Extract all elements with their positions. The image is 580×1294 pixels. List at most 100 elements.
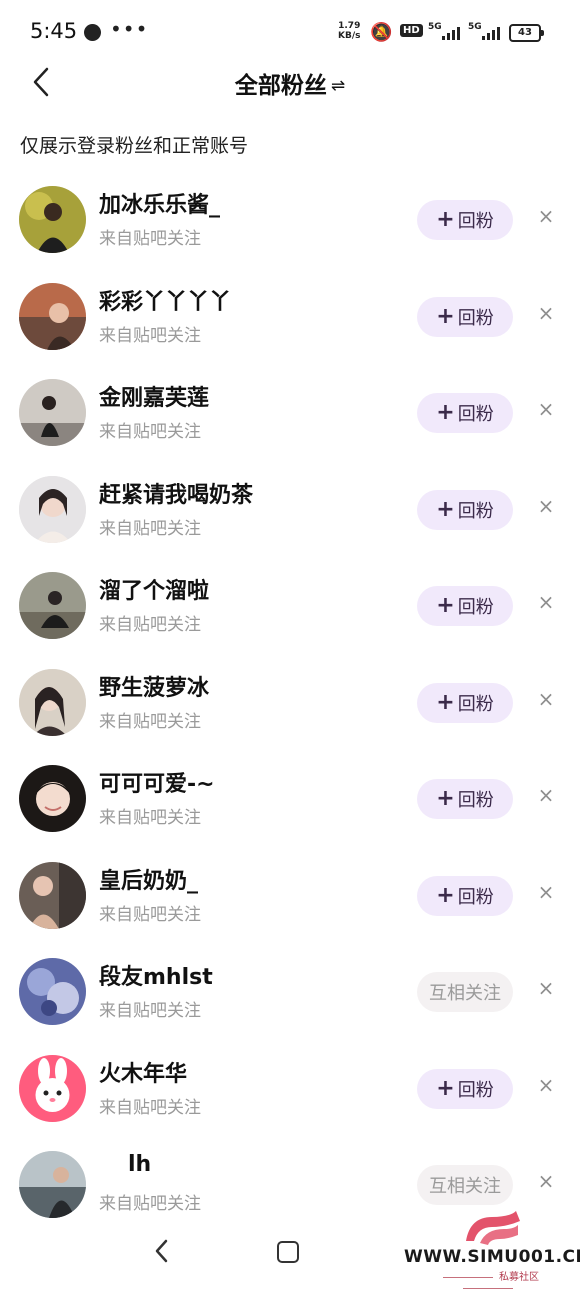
avatar[interactable]	[19, 282, 86, 350]
network-type-2: 5G	[468, 22, 482, 32]
follower-row[interactable]: 火木年华 来自贴吧关注 + 回粉 ×	[0, 1041, 580, 1138]
network-speed-value: 1.79	[338, 21, 361, 31]
follow-source: 来自贴吧关注	[99, 711, 201, 732]
follower-name: lh	[128, 1152, 152, 1177]
follow-back-button[interactable]: + 回粉	[417, 875, 513, 916]
network-type-1: 5G	[428, 22, 442, 32]
signal-icon	[482, 26, 500, 40]
plus-icon: +	[436, 593, 455, 618]
volte-hd-badge: HD	[400, 24, 423, 37]
follow-source: 来自贴吧关注	[99, 1001, 201, 1021]
follow-back-button[interactable]: + 回粉	[417, 586, 513, 626]
follower-name: 可可可爱-~	[99, 772, 215, 797]
close-icon[interactable]: ×	[535, 784, 557, 806]
follower-row[interactable]: 彩彩丫丫丫丫 来自贴吧关注 + 回粉 ×	[0, 269, 580, 366]
close-icon[interactable]: ×	[535, 1170, 557, 1192]
follower-row[interactable]: 溜了个溜啦 来自贴吧关注 + 回粉 ×	[0, 558, 580, 655]
follower-row[interactable]: 段友mhlst 来自贴吧关注 互相关注 ×	[0, 944, 580, 1041]
follower-name: 彩彩丫丫丫丫	[99, 289, 232, 315]
status-time: 5:45	[30, 19, 78, 43]
follower-name: 段友mhlst	[99, 965, 213, 990]
watermark-url: WWW.SIMU001.CN	[404, 1247, 580, 1267]
follow-back-button[interactable]: + 回粉	[417, 682, 513, 723]
avatar[interactable]	[19, 958, 86, 1025]
follow-back-label: 回粉	[457, 1079, 494, 1101]
follow-back-label: 回粉	[457, 886, 494, 908]
watermark-logo-icon	[466, 1211, 520, 1245]
follow-back-label: 回粉	[457, 307, 494, 329]
plus-icon: +	[436, 496, 455, 522]
follower-name: 皇后奶奶_	[99, 868, 199, 894]
watermark: WWW.SIMU001.CN 私募社区	[400, 1205, 580, 1285]
follow-source: 来自贴吧关注	[99, 1194, 201, 1214]
status-bar: 5:45 ••• 1.79 KB/s 🔕 HD 5G 5G 43	[0, 0, 580, 62]
avatar[interactable]	[19, 861, 86, 929]
close-icon[interactable]: ×	[535, 495, 557, 517]
avatar[interactable]	[19, 765, 86, 832]
follower-row[interactable]: 加冰乐乐酱_ 来自贴吧关注 + 回粉 ×	[0, 172, 580, 269]
follower-name: 金刚嘉芙莲	[99, 386, 210, 411]
follow-back-button[interactable]: + 回粉	[417, 1068, 513, 1109]
follower-list: 加冰乐乐酱_ 来自贴吧关注 + 回粉 × 彩彩丫丫丫丫 来自贴吧关注 + 回粉 × …	[0, 172, 580, 1234]
follow-source: 来自贴吧关注	[99, 1097, 201, 1118]
avatar[interactable]	[19, 1054, 86, 1122]
close-icon[interactable]: ×	[535, 881, 557, 903]
nav-back-icon[interactable]	[150, 1236, 174, 1266]
mutual-follow-button[interactable]: 互相关注	[417, 972, 513, 1012]
network-speed-unit: KB/s	[338, 31, 361, 41]
signal-icon	[442, 26, 460, 40]
follow-back-label: 回粉	[457, 693, 494, 715]
follower-row[interactable]: 皇后奶奶_ 来自贴吧关注 + 回粉 ×	[0, 848, 580, 945]
follow-back-button[interactable]: + 回粉	[417, 200, 513, 240]
close-icon[interactable]: ×	[535, 591, 557, 613]
follower-row[interactable]: 野生菠萝冰 来自贴吧关注 + 回粉 ×	[0, 655, 580, 752]
follow-source: 来自贴吧关注	[99, 325, 201, 346]
follower-name: 野生菠萝冰	[99, 675, 210, 701]
close-icon[interactable]: ×	[535, 302, 557, 324]
close-icon[interactable]: ×	[535, 205, 557, 227]
avatar[interactable]	[19, 572, 86, 639]
avatar[interactable]	[19, 475, 86, 543]
follower-name: 火木年华	[99, 1061, 188, 1087]
follow-source: 来自贴吧关注	[99, 422, 201, 442]
follow-back-label: 回粉	[457, 211, 494, 232]
follower-row[interactable]: 赶紧请我喝奶茶 来自贴吧关注 + 回粉 ×	[0, 462, 580, 559]
close-icon[interactable]: ×	[535, 688, 557, 710]
follower-name: 溜了个溜啦	[99, 579, 210, 604]
plus-icon: +	[436, 882, 455, 908]
follow-back-button[interactable]: + 回粉	[417, 296, 513, 337]
battery-icon: 43	[509, 24, 544, 42]
avatar[interactable]	[19, 668, 86, 736]
follow-back-label: 回粉	[457, 404, 494, 425]
follow-source: 来自贴吧关注	[99, 518, 201, 539]
display-notice: 仅展示登录粉丝和正常账号	[20, 135, 249, 157]
close-icon[interactable]: ×	[535, 398, 557, 420]
avatar[interactable]	[19, 186, 86, 253]
avatar[interactable]	[19, 1151, 86, 1218]
follow-source: 来自贴吧关注	[99, 904, 201, 925]
follow-back-button[interactable]: + 回粉	[417, 489, 513, 530]
network-speed: 1.79 KB/s	[338, 21, 360, 41]
follower-row[interactable]: 可可可爱-~ 来自贴吧关注 + 回粉 ×	[0, 751, 580, 848]
follow-back-label: 回粉	[457, 500, 494, 522]
more-notifications-icon: •••	[110, 17, 149, 41]
plus-icon: +	[436, 207, 455, 232]
switch-icon[interactable]: ⇌	[331, 76, 345, 96]
follow-source: 来自贴吧关注	[99, 615, 201, 635]
follow-back-label: 回粉	[457, 790, 494, 811]
page-title-text: 全部粉丝	[234, 73, 327, 99]
follow-source: 来自贴吧关注	[99, 808, 201, 828]
close-icon[interactable]: ×	[535, 977, 557, 999]
focus-mode-icon	[84, 24, 101, 41]
page-header: 全部粉丝 ⇌	[0, 62, 580, 102]
avatar[interactable]	[19, 379, 86, 446]
plus-icon: +	[436, 786, 455, 811]
page-title[interactable]: 全部粉丝 ⇌	[0, 66, 580, 100]
close-icon[interactable]: ×	[535, 1074, 557, 1096]
nav-home-icon[interactable]	[277, 1241, 299, 1263]
follow-back-button[interactable]: + 回粉	[417, 393, 513, 433]
follow-back-button[interactable]: + 回粉	[417, 779, 513, 819]
plus-icon: +	[436, 400, 455, 425]
mutual-follow-button[interactable]: 互相关注	[417, 1165, 513, 1205]
follower-row[interactable]: 金刚嘉芙莲 来自贴吧关注 + 回粉 ×	[0, 365, 580, 462]
